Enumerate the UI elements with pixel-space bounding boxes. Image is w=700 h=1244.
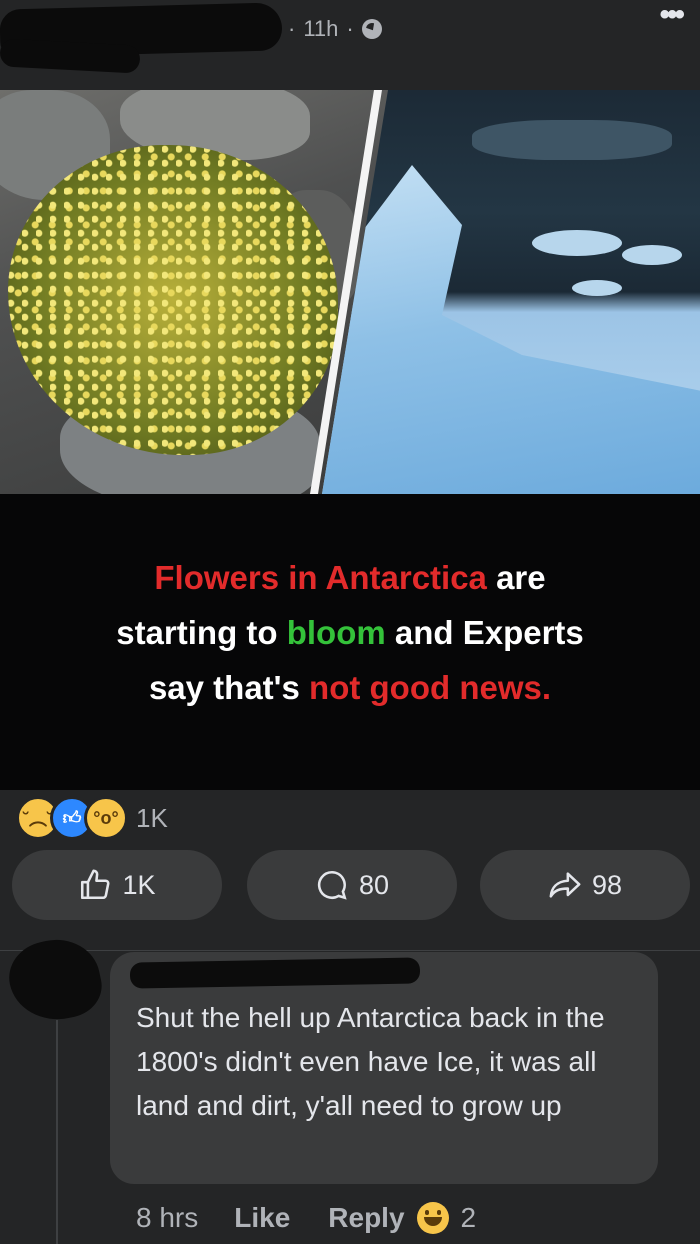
post-header: · 11h · ••• bbox=[0, 0, 700, 88]
like-count: 1K bbox=[122, 869, 156, 900]
globe-icon bbox=[361, 19, 382, 39]
comment-text: Shut the hell up Antarctica back in the … bbox=[136, 1002, 605, 1121]
comment-bubble: Shut the hell up Antarctica back in the … bbox=[110, 952, 658, 1184]
reaction-count: 1K bbox=[136, 802, 168, 833]
share-count: 98 bbox=[591, 869, 623, 900]
separator: · bbox=[288, 16, 296, 41]
redacted-avatar bbox=[0, 38, 141, 74]
post-actions: 1K 80 98 bbox=[12, 850, 690, 920]
post-meta: · 11h · bbox=[288, 14, 382, 44]
share-icon bbox=[549, 872, 581, 898]
wow-reaction-icon: °o° bbox=[84, 796, 128, 840]
facebook-post: · 11h · ••• Flowers in Antarctica are st… bbox=[0, 0, 700, 1244]
image-headline: Flowers in Antarctica are starting to bl… bbox=[116, 559, 584, 706]
commenter-avatar[interactable] bbox=[2, 931, 108, 1029]
thumbs-up-icon bbox=[81, 869, 110, 900]
comment-count: 80 bbox=[358, 869, 390, 900]
flowers-photo bbox=[0, 90, 388, 494]
comment-like-button[interactable]: Like bbox=[234, 1202, 290, 1234]
ice-photo bbox=[322, 90, 700, 494]
like-button[interactable]: 1K bbox=[12, 850, 222, 920]
comment-time[interactable]: 8 hrs bbox=[136, 1202, 198, 1234]
redacted-commenter-name[interactable] bbox=[129, 957, 421, 989]
flower-cluster bbox=[8, 145, 338, 455]
comment-button[interactable]: 80 bbox=[247, 850, 457, 920]
post-image[interactable]: Flowers in Antarctica are starting to bl… bbox=[0, 90, 700, 790]
reactions-summary[interactable]: ˘︵˘ 👍︎ °o° 1K bbox=[16, 796, 168, 840]
comment-reaction-count[interactable]: 2 bbox=[461, 1202, 477, 1234]
post-time[interactable]: 11h bbox=[303, 16, 338, 42]
more-options-icon[interactable]: ••• bbox=[659, 0, 684, 32]
comment-actions: 8 hrs Like Reply 2 bbox=[136, 1196, 476, 1240]
thread-line bbox=[56, 1020, 58, 1244]
haha-reaction-icon bbox=[416, 1202, 449, 1234]
divider bbox=[0, 950, 700, 951]
comment-icon bbox=[317, 870, 347, 900]
share-button[interactable]: 98 bbox=[480, 850, 690, 920]
comment-reply-button[interactable]: Reply bbox=[328, 1202, 404, 1234]
separator: · bbox=[346, 16, 354, 41]
